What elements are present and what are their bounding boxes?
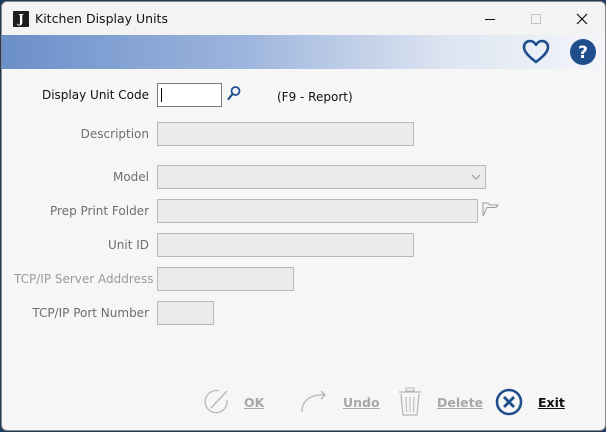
prep-print-folder-input[interactable] <box>157 199 478 223</box>
tcpip-port-number-input[interactable] <box>157 301 214 325</box>
undo-button[interactable]: Undo <box>299 384 380 420</box>
kitchen-display-units-window: J Kitchen Display Units ? Display Unit C… <box>1 1 606 431</box>
model-select[interactable] <box>157 165 486 189</box>
exit-label: Exit <box>538 394 565 410</box>
heart-icon[interactable] <box>522 38 550 66</box>
close-button[interactable] <box>559 2 605 35</box>
search-icon[interactable] <box>226 85 242 101</box>
ok-button[interactable]: OK <box>202 384 264 420</box>
display-unit-code-label: Display Unit Code <box>41 88 149 102</box>
exit-icon <box>495 388 523 416</box>
undo-label: Undo <box>343 394 380 410</box>
window-title: Kitchen Display Units <box>35 11 168 26</box>
description-input[interactable] <box>157 122 414 146</box>
folder-browse-icon[interactable] <box>482 201 500 217</box>
display-unit-code-input[interactable] <box>157 83 222 107</box>
help-icon[interactable]: ? <box>569 38 597 66</box>
chevron-down-icon <box>471 174 481 180</box>
title-bar: J Kitchen Display Units <box>2 2 605 35</box>
undo-icon <box>301 390 326 413</box>
close-icon <box>576 13 588 24</box>
app-icon: J <box>13 11 29 27</box>
tcpip-port-number-label: TCP/IP Port Number <box>32 306 149 320</box>
ok-label: OK <box>244 394 265 410</box>
ok-icon <box>204 390 228 414</box>
prep-print-folder-label: Prep Print Folder <box>49 204 149 218</box>
header-banner: ? <box>2 35 605 69</box>
unit-id-input[interactable] <box>157 233 414 257</box>
exit-button[interactable]: Exit <box>494 384 565 420</box>
model-label: Model <box>112 170 149 184</box>
tcpip-server-address-input[interactable] <box>157 267 294 291</box>
help-glyph: ? <box>578 43 588 63</box>
tcpip-server-address-label: TCP/IP Server Adddress <box>14 272 154 286</box>
report-hint: (F9 - Report) <box>277 90 353 104</box>
minimize-button[interactable] <box>467 2 513 35</box>
text-caret <box>161 88 162 102</box>
description-label: Description <box>80 127 149 141</box>
maximize-icon <box>531 13 541 24</box>
trash-icon <box>399 387 421 416</box>
unit-id-label: Unit ID <box>107 238 149 252</box>
minimize-icon <box>485 18 495 20</box>
maximize-button[interactable] <box>513 2 559 35</box>
delete-button[interactable]: Delete <box>397 384 483 420</box>
delete-label: Delete <box>437 394 484 410</box>
